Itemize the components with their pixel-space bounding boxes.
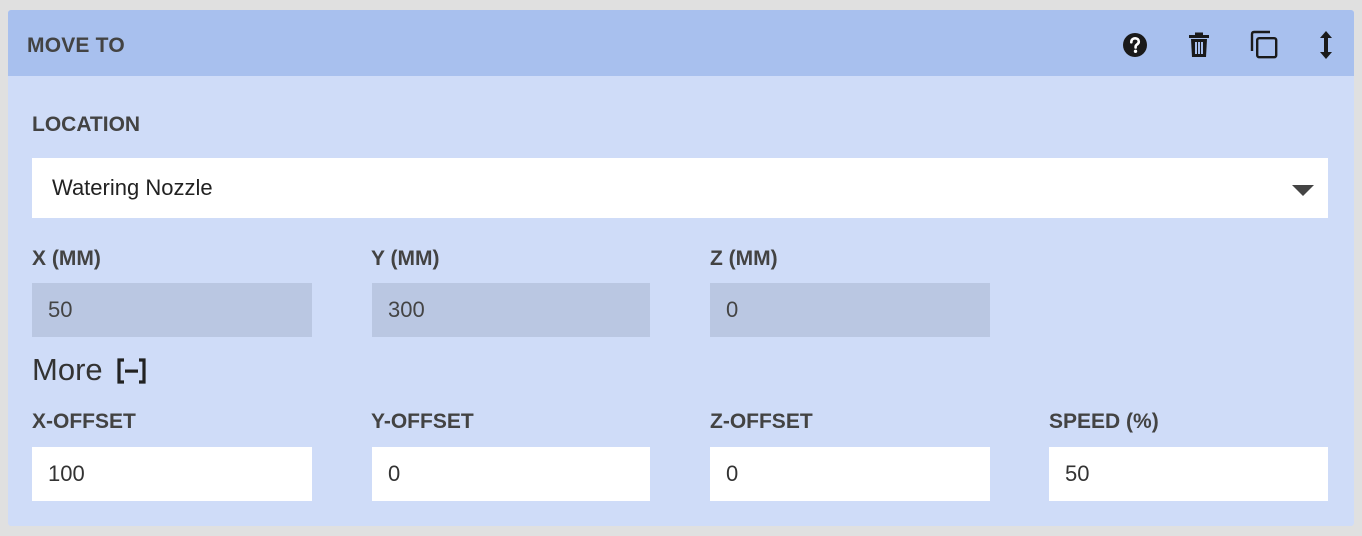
chevron-down-icon — [1292, 185, 1314, 196]
z-mm-input — [710, 283, 990, 337]
location-selected-value: Watering Nozzle — [52, 175, 213, 200]
z-offset-label: Z-OFFSET — [710, 410, 813, 433]
x-offset-label: X-OFFSET — [32, 410, 136, 433]
z-offset-input[interactable] — [710, 447, 990, 501]
y-offset-label: Y-OFFSET — [371, 410, 474, 433]
x-mm-input — [32, 283, 312, 337]
location-select[interactable]: Watering Nozzle — [32, 158, 1328, 218]
speed-input[interactable] — [1049, 447, 1328, 501]
move-to-step-card: MOVE TO LOCATION Watering Nozzle X (MM) … — [8, 10, 1354, 526]
more-toggle-text: [−] — [117, 358, 118, 359]
trash-icon[interactable] — [1184, 30, 1214, 60]
more-collapse-toggle[interactable]: [−] — [117, 358, 146, 384]
duplicate-icon[interactable] — [1249, 30, 1279, 60]
z-mm-label: Z (MM) — [710, 247, 778, 270]
y-mm-label: Y (MM) — [371, 247, 440, 270]
reorder-icon[interactable] — [1311, 30, 1341, 60]
help-icon[interactable] — [1120, 30, 1150, 60]
x-offset-input[interactable] — [32, 447, 312, 501]
step-title: MOVE TO — [27, 34, 125, 57]
step-header: MOVE TO — [8, 10, 1354, 76]
speed-label: SPEED (%) — [1049, 410, 1159, 433]
y-offset-input[interactable] — [372, 447, 650, 501]
more-label: More — [32, 352, 103, 387]
x-mm-label: X (MM) — [32, 247, 101, 270]
location-label: LOCATION — [32, 113, 141, 136]
y-mm-input — [372, 283, 650, 337]
